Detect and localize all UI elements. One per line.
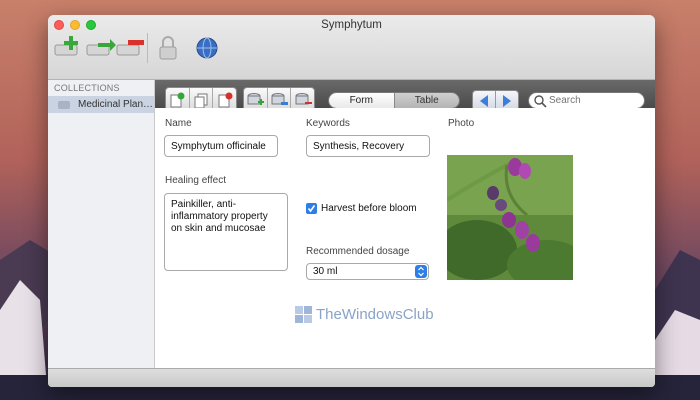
globe-icon <box>196 37 218 59</box>
delete-field-icon <box>295 93 312 105</box>
plant-photo[interactable] <box>447 155 573 280</box>
keywords-label: Keywords <box>306 118 350 129</box>
edit-field-icon <box>271 93 288 105</box>
duplicate-record-icon <box>194 93 208 108</box>
sidebar-header: COLLECTIONS <box>54 83 120 93</box>
watermark: TheWindowsClub <box>295 304 434 324</box>
add-collection-icon <box>54 36 78 56</box>
search-input[interactable] <box>549 95 634 106</box>
dosage-value: 30 ml <box>313 266 338 277</box>
watermark-text: TheWindowsClub <box>316 305 434 323</box>
name-field[interactable]: Symphytum officinale <box>164 135 278 157</box>
app-window: Symphytum COLLECTIONS Medicinal Plan… Fo… <box>48 15 655 387</box>
toolbar-separator <box>147 33 148 63</box>
search-field[interactable] <box>528 92 645 109</box>
harvest-checkbox-label: Harvest before bloom <box>321 203 417 214</box>
collection-icon <box>58 100 70 109</box>
arrow-left-icon <box>480 94 488 107</box>
harvest-checkbox-row: Harvest before bloom <box>306 203 417 214</box>
view-mode-switch: Form Table <box>328 92 460 109</box>
record-form: Name Symphytum officinale Keywords Synth… <box>155 108 655 368</box>
lock-icon <box>159 36 177 60</box>
healing-effect-line: on skin and mucosae <box>171 223 266 234</box>
online-sync-button[interactable] <box>194 33 230 63</box>
healing-effect-field[interactable]: Painkiller, anti- inflammatory property … <box>164 193 288 271</box>
healing-effect-line: Painkiller, anti- <box>171 199 237 210</box>
dosage-stepper[interactable] <box>415 265 427 278</box>
sidebar-item-label: Medicinal Plan… <box>78 99 154 110</box>
arrow-right-icon <box>503 94 511 107</box>
add-field-icon <box>247 93 265 105</box>
name-label: Name <box>165 118 192 129</box>
dosage-label: Recommended dosage <box>306 246 410 257</box>
sidebar-item-medicinal-plants[interactable]: Medicinal Plan… <box>48 96 154 113</box>
checkmark-icon <box>307 205 316 213</box>
keywords-field[interactable]: Synthesis, Recovery <box>306 135 430 157</box>
new-collection-button[interactable] <box>52 33 88 63</box>
tab-table[interactable]: Table <box>393 93 459 108</box>
record-toolbar: Form Table <box>155 80 655 113</box>
delete-record-icon <box>218 92 233 108</box>
tab-form[interactable]: Form <box>329 93 394 108</box>
status-bar <box>48 368 655 387</box>
lock-button[interactable] <box>154 33 190 63</box>
window-title: Symphytum <box>321 19 382 31</box>
photo-label: Photo <box>448 118 475 129</box>
healing-effect-label: Healing effect <box>165 175 226 186</box>
title-bar: Symphytum <box>48 15 655 80</box>
delete-collection-button[interactable] <box>114 33 150 63</box>
harvest-checkbox[interactable] <box>306 203 317 214</box>
remove-collection-icon <box>116 40 144 56</box>
chevron-updown-icon <box>418 266 424 277</box>
new-record-icon <box>170 92 185 108</box>
dosage-select[interactable]: 30 ml <box>306 263 429 280</box>
watermark-logo-icon <box>295 306 312 323</box>
collections-sidebar: COLLECTIONS Medicinal Plan… <box>48 80 155 368</box>
healing-effect-line: inflammatory property <box>171 211 268 222</box>
search-icon <box>534 94 547 108</box>
